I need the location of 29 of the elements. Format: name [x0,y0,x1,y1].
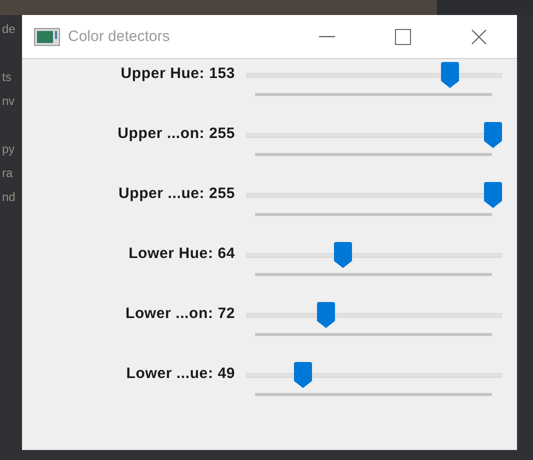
slider-thumb[interactable] [484,122,502,148]
slider-track[interactable] [246,242,502,268]
trackbar-label: Lower ...on: 72 [124,304,235,324]
background-text: ra [2,165,14,182]
slider-track[interactable] [246,62,502,88]
slider-track[interactable] [246,122,502,148]
slider-thumb[interactable] [317,302,336,328]
slider-track[interactable] [246,302,502,328]
trackbar-label: Upper ...ue: 255 [117,184,235,204]
slider-track[interactable] [246,182,502,208]
slider-thumb[interactable] [484,182,502,208]
background-text: nd [2,189,16,206]
slider-thumb[interactable] [441,62,460,88]
background-text: de [2,21,16,38]
app-icon [34,28,60,46]
trackbar-label: Lower ...ue: 49 [125,364,235,384]
window-title: Color detectors [68,28,171,45]
background-text: py [2,141,16,158]
background-text: ts [2,69,12,86]
minimize-icon [319,36,335,38]
maximize-icon [395,28,411,44]
trackbar-label: Lower Hue: 64 [128,244,235,264]
trackbar-label: Upper ...on: 255 [116,124,235,144]
slider-track[interactable] [246,362,502,388]
trackbar-label: Upper Hue: 153 [120,64,235,84]
slider-thumb[interactable] [334,242,352,268]
background-text: nv [2,93,16,110]
slider-thumb[interactable] [294,362,312,388]
close-icon [471,28,487,44]
